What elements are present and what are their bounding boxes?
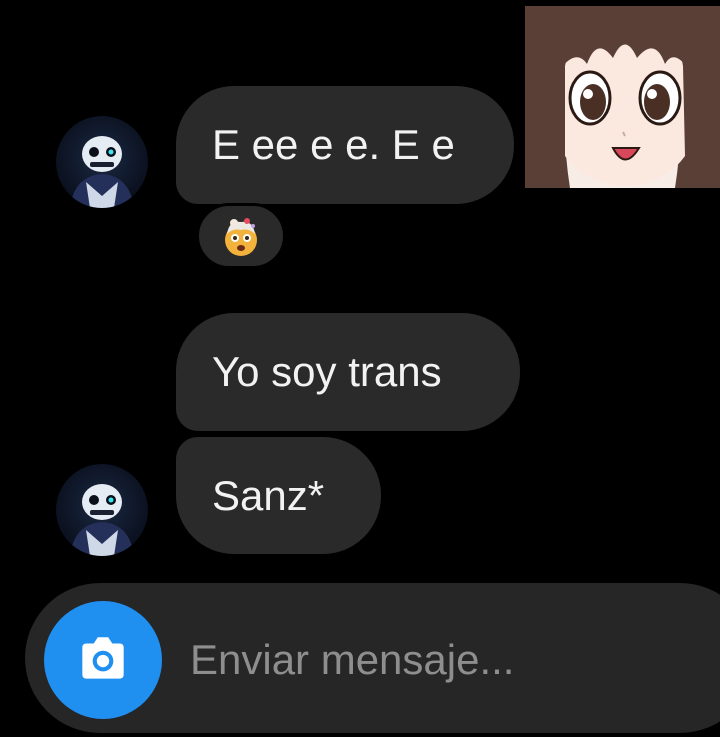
message-text: E ee e e. E e xyxy=(212,121,455,168)
message-text: Sanz* xyxy=(212,471,325,519)
message-bubble[interactable]: Yo soy trans xyxy=(176,313,520,431)
skeleton-avatar-icon xyxy=(70,136,134,208)
exploding-head-icon xyxy=(225,218,257,256)
message-text: Yo soy trans xyxy=(212,348,442,395)
message-bubble[interactable]: E ee e e. E e xyxy=(176,86,514,204)
skeleton-avatar-icon xyxy=(70,484,134,556)
camera-icon xyxy=(82,637,124,679)
message-reaction[interactable] xyxy=(196,203,286,269)
anime-girl-sticker xyxy=(525,6,720,188)
message-bubble[interactable]: Sanz* xyxy=(176,437,381,554)
message-input[interactable]: Enviar mensaje... xyxy=(190,636,514,684)
camera-button[interactable] xyxy=(44,601,162,719)
sender-avatar[interactable] xyxy=(56,464,148,556)
sender-avatar[interactable] xyxy=(56,116,148,208)
